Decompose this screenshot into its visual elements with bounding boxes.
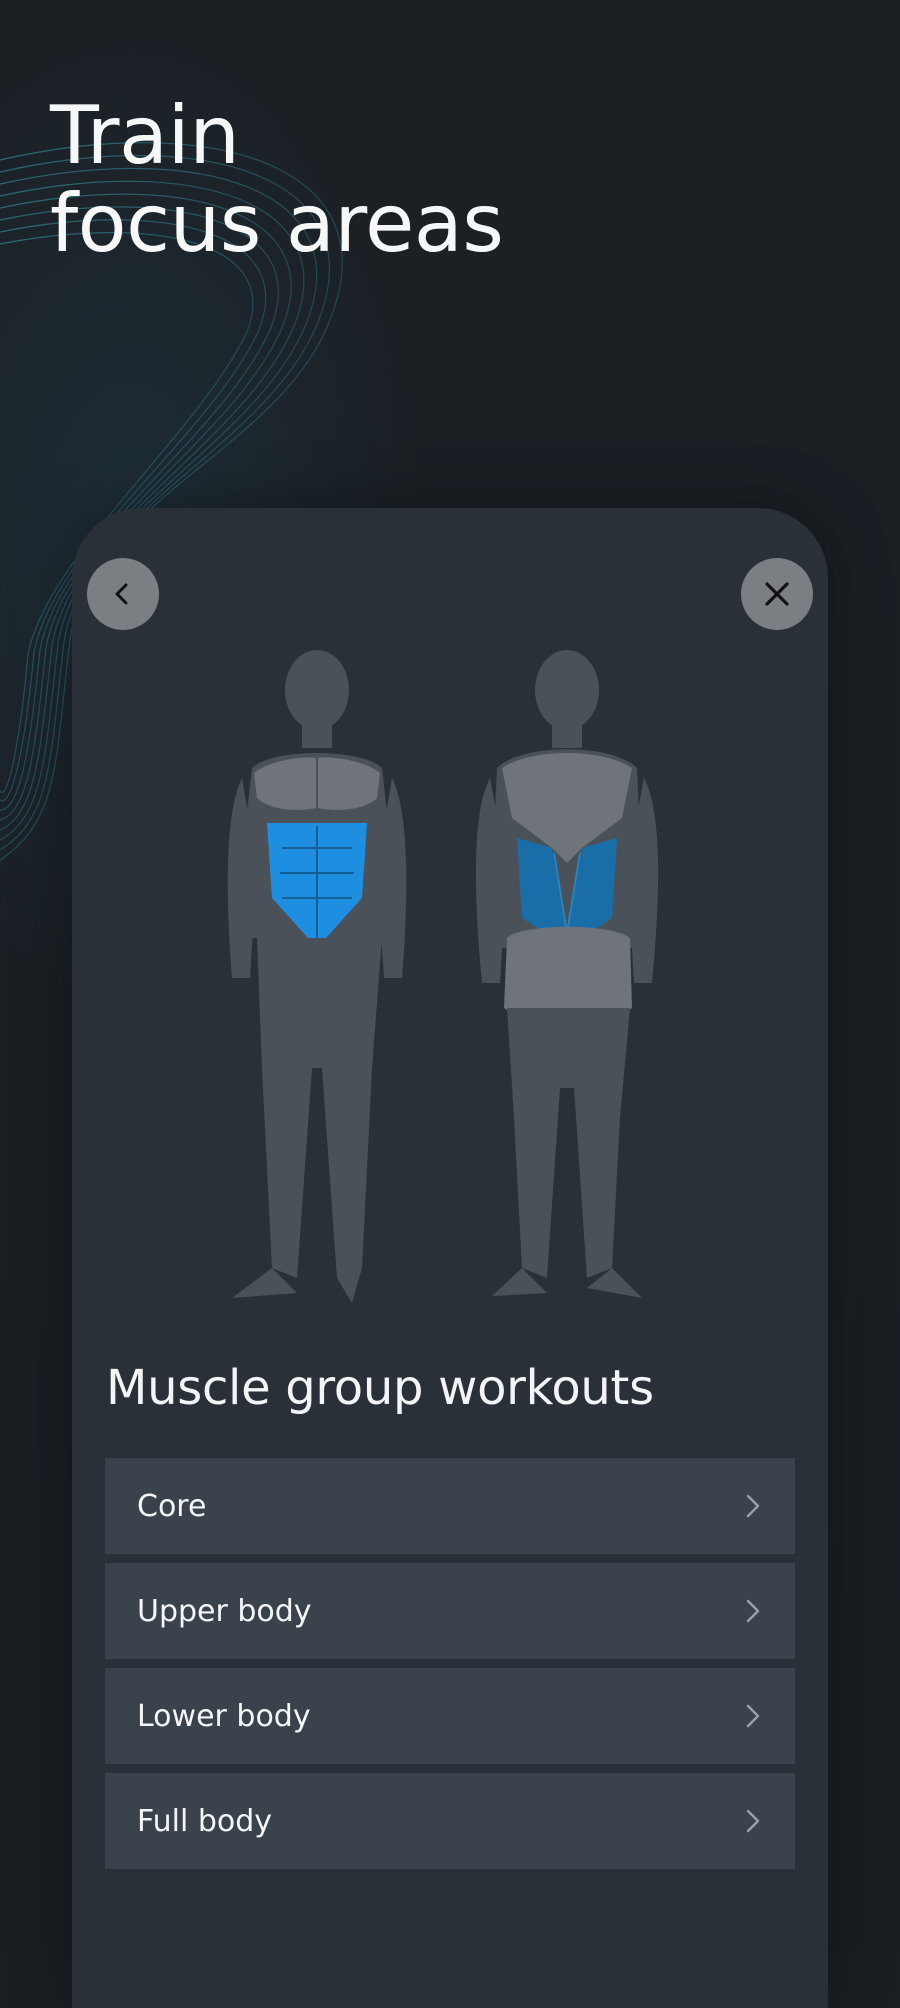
chevron-right-icon	[746, 1809, 760, 1833]
back-body-figure	[475, 650, 659, 1298]
headline-line-1: Train	[50, 89, 240, 182]
list-item-full-body[interactable]: Full body	[105, 1773, 795, 1869]
list-item-lower-body[interactable]: Lower body	[105, 1668, 795, 1764]
list-item-label: Core	[137, 1488, 207, 1524]
close-icon	[765, 582, 789, 606]
list-item-core[interactable]: Core	[105, 1458, 795, 1554]
muscle-group-list: Core Upper body Lower body Full body	[105, 1458, 795, 1878]
front-body-figure	[227, 650, 407, 1303]
chevron-right-icon	[746, 1494, 760, 1518]
chevron-left-icon	[115, 583, 128, 605]
chevron-right-icon	[746, 1599, 760, 1623]
list-item-label: Lower body	[137, 1698, 311, 1734]
list-item-upper-body[interactable]: Upper body	[105, 1563, 795, 1659]
chevron-right-icon	[746, 1704, 760, 1728]
list-item-label: Upper body	[137, 1593, 312, 1629]
list-item-label: Full body	[137, 1803, 273, 1839]
muscle-group-card: Muscle group workouts Core Upper body Lo…	[72, 508, 828, 2008]
section-title: Muscle group workouts	[106, 1360, 654, 1416]
muscle-map-figures	[227, 650, 659, 1303]
close-button[interactable]	[741, 558, 813, 630]
back-button[interactable]	[87, 558, 159, 630]
page-headline: Train focus areas	[50, 89, 504, 270]
headline-line-2: focus areas	[50, 177, 504, 270]
